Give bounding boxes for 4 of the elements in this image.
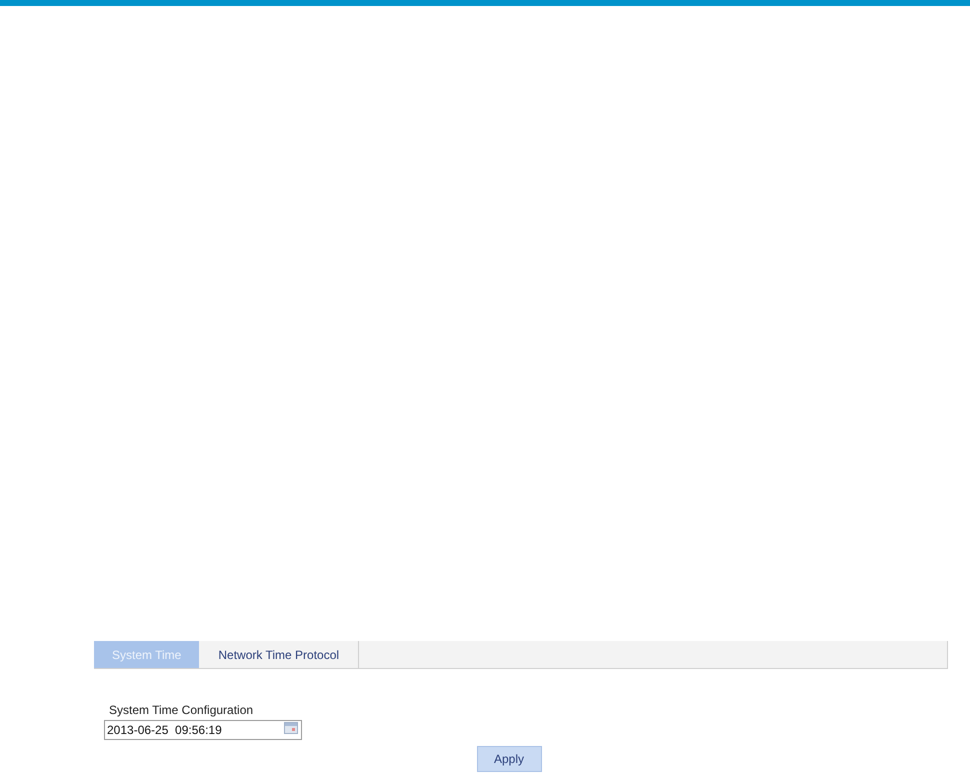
section-title: System Time Configuration bbox=[109, 703, 254, 717]
calendar-icon[interactable] bbox=[284, 722, 298, 734]
datetime-field[interactable]: 2013-06-25 09:56:19 bbox=[104, 720, 302, 740]
apply-button[interactable]: Apply bbox=[476, 746, 542, 772]
